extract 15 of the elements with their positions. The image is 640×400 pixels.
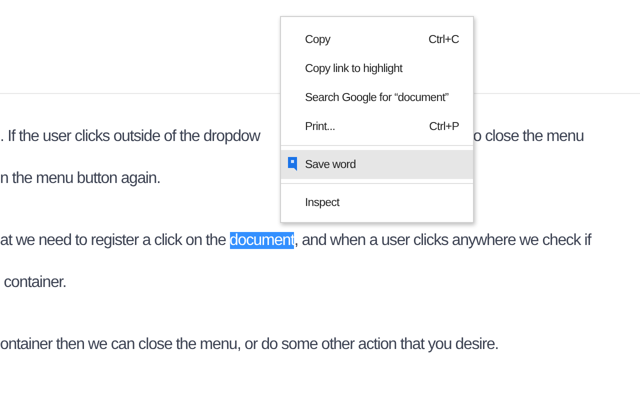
body-text: . If the user clicks outside of the dropdow	[0, 128, 260, 145]
menu-item[interactable]: Inspect	[281, 188, 473, 217]
document-icon	[288, 157, 297, 171]
body-text: at we need to register a click on the	[0, 232, 227, 249]
body-text: ontainer then we can close the menu, or do some other action that you desire.	[0, 336, 498, 353]
menu-item[interactable]: Print... Ctrl+P	[281, 112, 473, 141]
menu-item[interactable]: Save word	[281, 150, 473, 179]
menu-item[interactable]: Copy link to highlight	[281, 54, 473, 83]
body-text: n the menu button again.	[0, 170, 160, 187]
body-text: o close the menu	[473, 127, 584, 147]
menu-item[interactable]: Search Google for “document”	[281, 83, 473, 112]
body-text: , and when a user clicks anywhere we check if	[294, 232, 591, 249]
body-text: container.	[2, 274, 66, 291]
menu-item[interactable]: Copy Ctrl+C	[281, 25, 473, 54]
selected-text: document	[230, 232, 294, 249]
